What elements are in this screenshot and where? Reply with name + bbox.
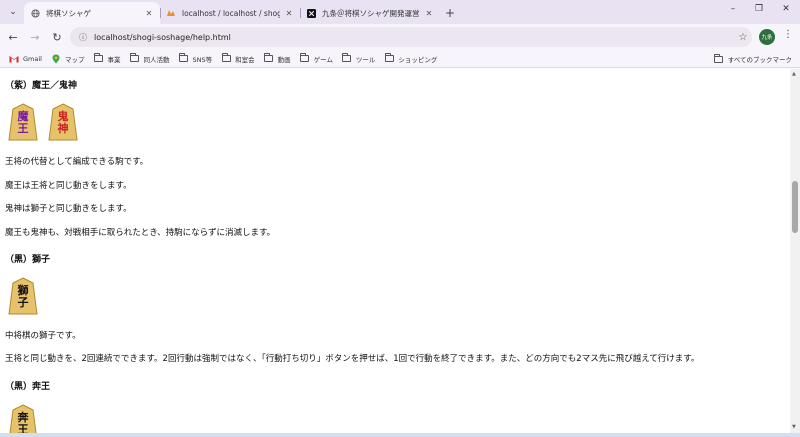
folder-icon: [300, 53, 310, 63]
bookmark-label: Gmail: [23, 54, 42, 63]
folder-icon: [178, 53, 188, 63]
bookmark-folder-game[interactable]: ゲーム: [300, 53, 333, 64]
more-menu-icon[interactable]: ⋮: [782, 29, 794, 40]
bookmark-label: 動画: [277, 55, 291, 64]
paragraph: 鬼神は獅子と同じ動きをします。: [5, 204, 132, 214]
maximize-icon[interactable]: ❐: [751, 4, 767, 14]
tab-x-profile[interactable]: 九条＠将棋ソシャゲ開発運営室 ✕: [300, 2, 440, 24]
section-heading-maou-kishin: （紫）魔王／鬼神: [5, 81, 78, 91]
shogi-piece-shishi: 獅 子: [8, 277, 38, 315]
phpmyadmin-icon: [166, 8, 176, 18]
bookmark-folder-washitsu[interactable]: 和室会: [221, 53, 255, 64]
paragraph: 中将棋の獅子です。: [5, 331, 81, 341]
paragraph: 王将と同じ動きを、2回連続でできます。2回行動は強制ではなく、「行動打ち切り」ボ…: [5, 354, 700, 364]
tab-phpmyadmin[interactable]: localhost / localhost / shogi_so ✕: [160, 2, 300, 24]
tab-title: localhost / localhost / shogi_so: [182, 8, 280, 18]
folder-icon: [129, 53, 139, 63]
os-taskbar-edge: [0, 433, 800, 437]
forward-arrow-icon[interactable]: →: [24, 26, 46, 48]
paragraph: 魔王は王将と同じ動きをします。: [5, 181, 132, 191]
maps-icon: [51, 54, 61, 63]
folder-icon: [384, 53, 394, 63]
section-heading-honnou: （黒）奔王: [5, 382, 51, 392]
vertical-scrollbar[interactable]: ▲ ▼: [790, 69, 800, 433]
site-info-icon[interactable]: ⓘ: [74, 32, 92, 43]
shogi-piece-maou: 魔 王: [8, 103, 38, 141]
x-logo-icon: [306, 8, 316, 18]
piece-kanji-bottom: 神: [57, 122, 69, 135]
tab-title: 将棋ソシャゲ: [46, 8, 91, 18]
folder-icon: [264, 53, 274, 63]
scroll-up-arrow-icon[interactable]: ▲: [792, 71, 796, 77]
folder-icon: [93, 53, 103, 63]
bookmark-folder-shopping[interactable]: ショッピング: [384, 53, 438, 64]
bookmark-gmail[interactable]: Gmail: [9, 55, 42, 63]
all-bookmarks-label: すべてのブックマーク: [727, 56, 792, 64]
scroll-down-arrow-icon[interactable]: ▼: [792, 424, 796, 430]
folder-icon: [714, 53, 724, 63]
new-tab-button[interactable]: +: [440, 2, 460, 24]
paragraph: 魔王も鬼神も、対戦相手に取られたとき、持駒にならずに消滅します。: [5, 228, 276, 238]
tab-shogi-soshage[interactable]: 将棋ソシャゲ ✕: [24, 2, 160, 24]
piece-kanji-bottom: 子: [17, 296, 29, 309]
bookmark-folder-sns[interactable]: SNS等: [178, 53, 213, 64]
address-bar[interactable]: ⓘ localhost/shogi-soshage/help.html ☆: [70, 27, 752, 47]
paragraph: 王将の代替として編成できる駒です。: [5, 157, 149, 167]
page-content: （紫）魔王／鬼神 魔 王 鬼 神 王将の代替として編成できる駒です。 魔王は王将…: [0, 69, 790, 433]
bookmark-label: ゲーム: [313, 55, 333, 64]
minimize-icon[interactable]: –: [725, 4, 741, 14]
browser-toolbar: ← → ↻ ⓘ localhost/shogi-soshage/help.htm…: [0, 24, 800, 50]
bookmark-folder-business[interactable]: 事業: [93, 53, 121, 64]
reload-icon[interactable]: ↻: [46, 26, 68, 48]
shogi-piece-honnou: 奔 王: [8, 404, 38, 433]
profile-avatar[interactable]: 九条: [759, 29, 775, 45]
bookmark-label: ツール: [355, 55, 376, 64]
bookmark-label: SNS等: [192, 55, 213, 64]
section-heading-shishi: （黒）獅子: [5, 255, 51, 265]
folder-icon: [342, 53, 352, 63]
bookmark-maps[interactable]: マップ: [51, 54, 85, 64]
bookmark-folder-video[interactable]: 動画: [264, 53, 291, 64]
piece-kanji-bottom: 王: [17, 122, 29, 135]
folder-icon: [221, 53, 231, 63]
tab-strip: ⌄ 将棋ソシャゲ ✕ localhost / localhost / shogi…: [0, 0, 800, 24]
bookmark-label: ショッピング: [398, 55, 438, 64]
bookmark-label: 同人活動: [143, 55, 170, 64]
bookmarks-bar: Gmail マップ 事業 同人活動 SNS等 和室会 動画 ゲーム ツール ショ…: [0, 50, 800, 68]
shogi-piece-kishin: 鬼 神: [48, 103, 78, 141]
close-tab-icon[interactable]: ✕: [144, 9, 154, 18]
globe-icon: [30, 8, 40, 18]
back-arrow-icon[interactable]: ←: [2, 26, 24, 48]
all-bookmarks-button[interactable]: すべてのブックマーク: [714, 53, 792, 64]
bookmark-label: 和室会: [235, 55, 255, 64]
gmail-icon: [9, 55, 19, 63]
url-text[interactable]: localhost/shogi-soshage/help.html: [92, 33, 734, 42]
close-tab-icon[interactable]: ✕: [424, 9, 434, 18]
bookmark-folder-tools[interactable]: ツール: [342, 53, 376, 64]
piece-kanji-bottom: 王: [17, 423, 29, 434]
close-window-icon[interactable]: ✕: [778, 4, 794, 14]
tab-title: 九条＠将棋ソシャゲ開発運営室: [322, 8, 420, 18]
scrollbar-thumb[interactable]: [792, 181, 798, 233]
close-tab-icon[interactable]: ✕: [284, 9, 294, 18]
bookmark-label: マップ: [64, 55, 85, 64]
bookmark-label: 事業: [107, 55, 121, 64]
bookmark-folder-doujin[interactable]: 同人活動: [129, 53, 170, 64]
tab-search-chevron-icon[interactable]: ⌄: [2, 1, 24, 23]
bookmark-star-icon[interactable]: ☆: [734, 32, 752, 43]
